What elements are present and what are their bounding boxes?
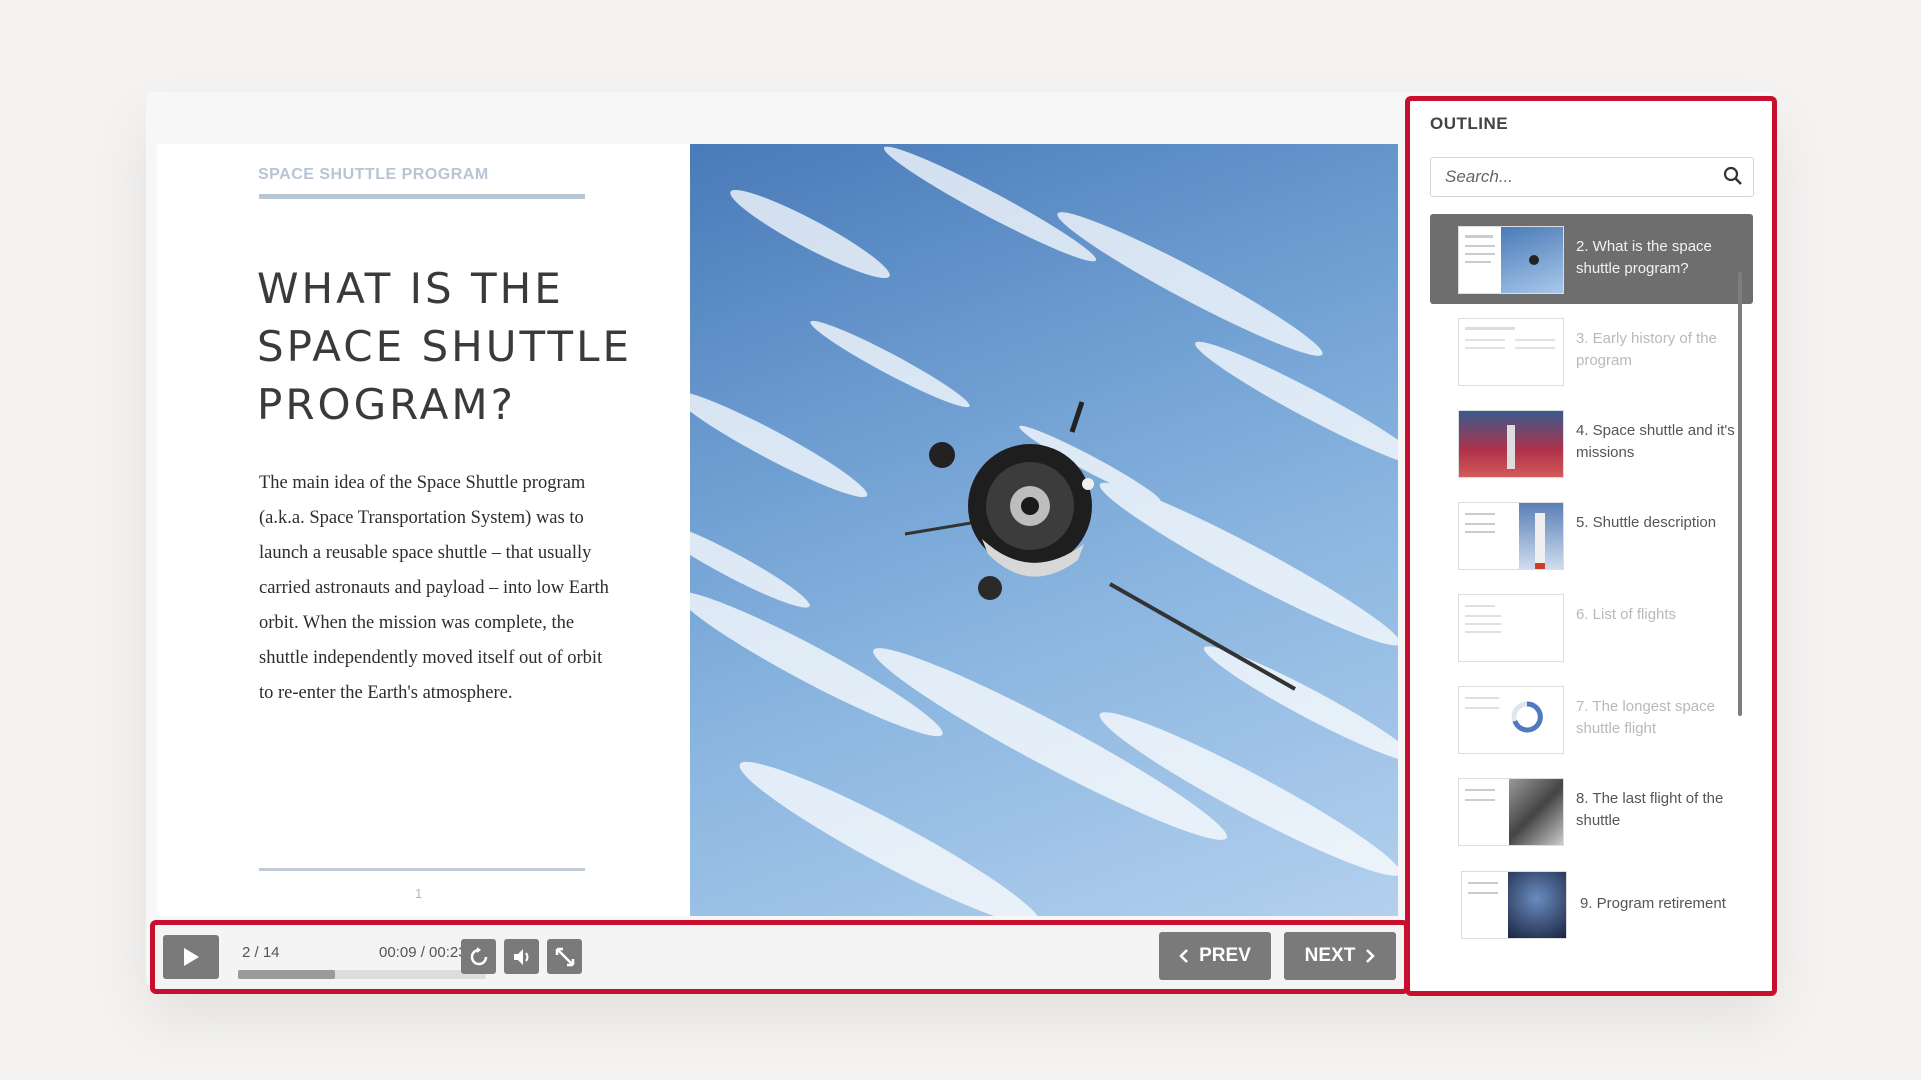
volume-button[interactable] [504,939,539,974]
play-button[interactable] [163,935,219,979]
outline-title: OUTLINE [1430,114,1509,133]
play-icon [184,948,199,966]
fullscreen-button[interactable] [547,939,582,974]
outline-item-4[interactable]: 4. Space shuttle and it's missions [1430,398,1753,488]
outline-item-2[interactable]: 2. What is the space shuttle program? [1430,214,1753,304]
fullscreen-icon [555,947,574,966]
slide-thumbnail [1458,594,1564,662]
outline-item-7[interactable]: 7. The longest space shuttle flight [1430,674,1753,764]
outline-item-label: 6. List of flights [1576,606,1677,623]
outline-scrollbar[interactable] [1738,272,1742,716]
search-input[interactable] [1443,158,1717,196]
slide-thumbnail [1461,871,1567,939]
outline-item-label: 5. Shuttle description [1576,514,1717,531]
slide-thumbnail [1458,778,1564,846]
outline-item-6[interactable]: 6. List of flights [1430,582,1753,672]
slide-thumbnail [1458,226,1564,294]
prev-label: PREV [1199,945,1251,966]
slide-canvas: SPACE SHUTTLE PROGRAM WHAT IS THE SPACE … [157,144,1398,916]
prev-button[interactable]: PREV [1159,932,1271,980]
slide-title: WHAT IS THE SPACE SHUTTLE PROGRAM? [257,264,632,429]
slide-thumbnail [1458,318,1564,386]
outline-item-label: 3. Early history of the program [1576,330,1717,369]
volume-icon [513,948,528,965]
outline-list: 2. What is the space shuttle program? 3.… [1430,214,1754,984]
next-label: NEXT [1304,945,1356,966]
outline-item-3[interactable]: 3. Early history of the program [1430,306,1753,396]
player-control-bar: 2 / 14 00:09 / 00:23 PREV NEXT [150,920,1409,994]
outline-item-label: 4. Space shuttle and it's missions [1576,422,1735,461]
slide-page-number: 1 [415,886,423,901]
slide-thumbnail [1458,410,1564,478]
slide-thumbnail [1458,686,1564,754]
next-button[interactable]: NEXT [1284,932,1396,980]
outline-item-label: 9. Program retirement [1580,895,1726,912]
slide-text-panel: SPACE SHUTTLE PROGRAM WHAT IS THE SPACE … [157,144,689,916]
subtitle-divider [259,194,585,199]
progress-fill [238,970,335,979]
slide-body-text: The main idea of the Space Shuttle progr… [259,473,609,703]
satellite-in-orbit-photo [690,144,1398,916]
progress-bar[interactable] [238,970,486,979]
slide-thumbnail [1458,502,1564,570]
search-icon[interactable] [1723,166,1743,186]
time-readout: 00:09 / 00:23 [379,944,467,961]
outline-item-label: 8. The last flight of the shuttle [1576,790,1724,829]
outline-item-9[interactable]: 9. Program retirement [1430,859,1753,949]
bottom-divider [259,868,585,871]
replay-button[interactable] [461,939,496,974]
outline-item-label: 7. The longest space shuttle flight [1576,698,1715,737]
slide-counter: 2 / 14 [242,944,280,961]
outline-item-8[interactable]: 8. The last flight of the shuttle [1430,766,1753,856]
chevron-left-icon [1179,949,1189,963]
replay-icon [470,946,487,965]
outline-item-5[interactable]: 5. Shuttle description [1430,490,1753,580]
satellite-illustration [690,146,1398,916]
chevron-right-icon [1366,949,1376,963]
outline-search [1430,157,1754,197]
outline-item-label: 2. What is the space shuttle program? [1576,238,1712,277]
outline-panel: OUTLINE 2. What is the space shuttle pro… [1405,96,1777,996]
slide-subtitle: SPACE SHUTTLE PROGRAM [258,166,489,183]
